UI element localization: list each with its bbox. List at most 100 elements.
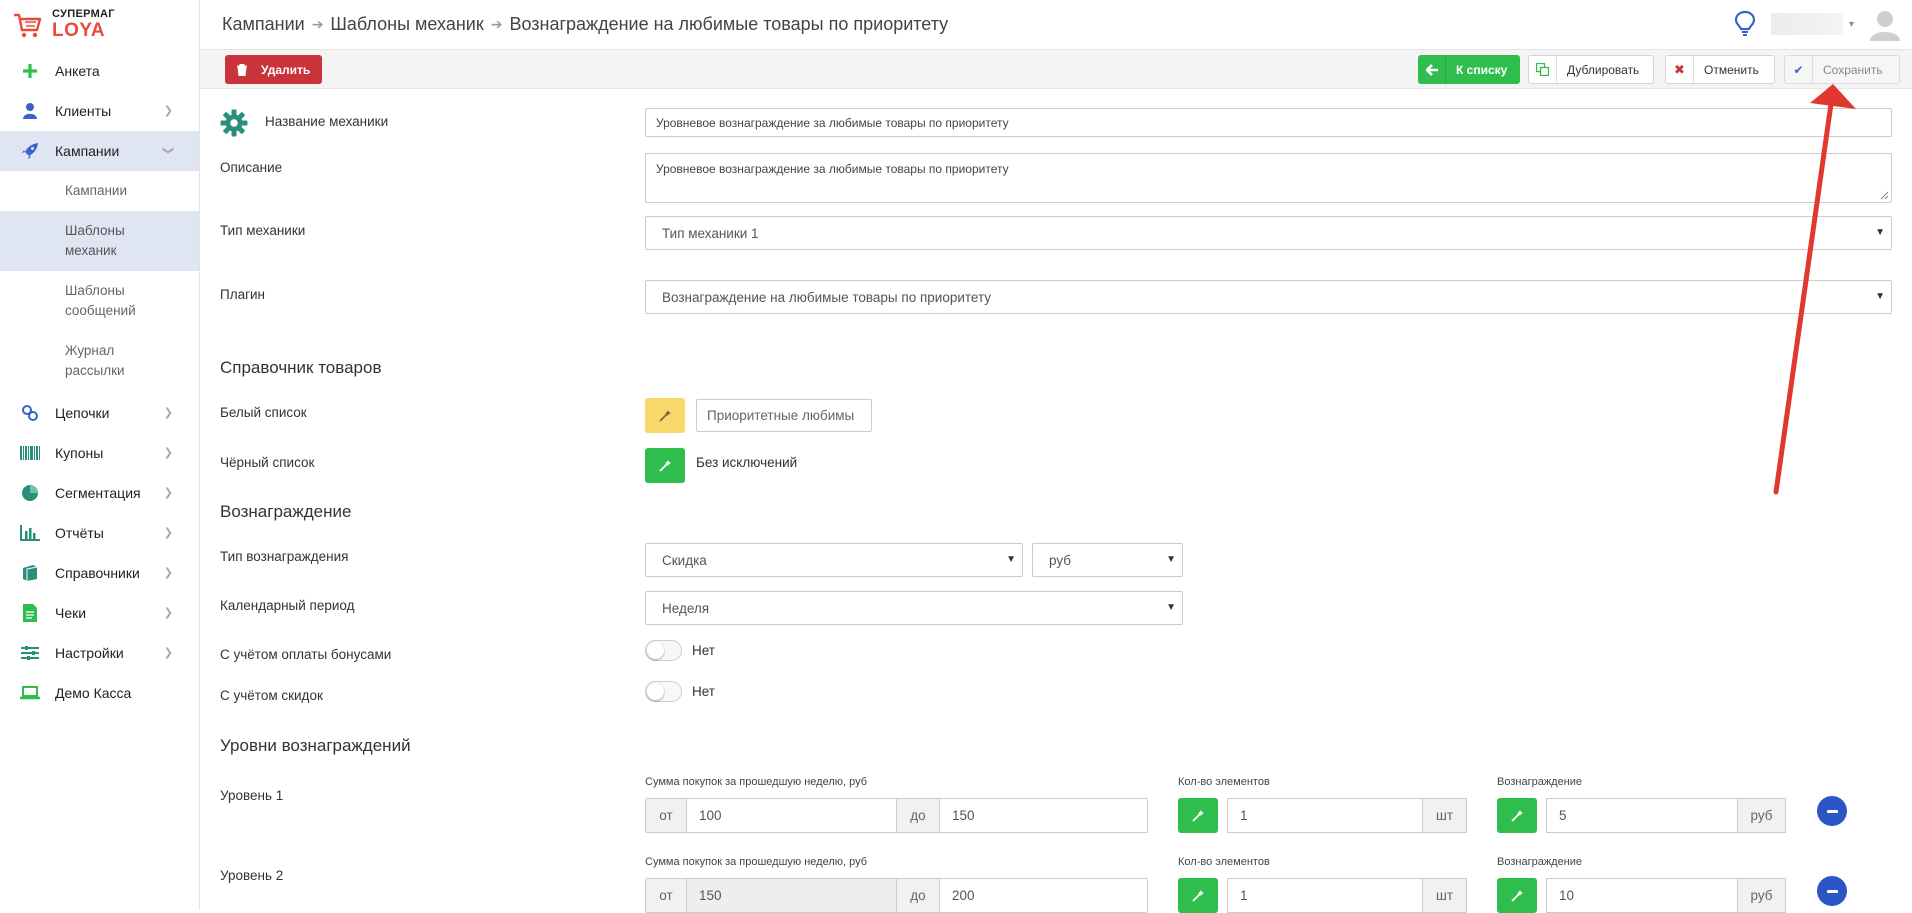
check-icon: ✔ <box>1785 56 1813 83</box>
period-select[interactable]: Неделя ▼ <box>645 591 1183 625</box>
blacklist-edit-button[interactable] <box>645 448 685 483</box>
mechanic-form: Название механики Уровневое вознагражден… <box>200 90 1912 910</box>
chevron-right-icon: ❯ <box>164 486 173 499</box>
plugin-value: Вознаграждение на любимые товары по прио… <box>662 290 991 305</box>
sidebar-item-segmentation[interactable]: Сегментация ❯ <box>0 473 199 513</box>
sidebar-item-label: Клиенты <box>55 103 111 119</box>
to-addon: до <box>896 878 940 913</box>
sidebar-item-directories[interactable]: Справочники ❯ <box>0 553 199 593</box>
count-input[interactable]: 1 <box>1227 878 1423 913</box>
resize-handle-icon[interactable] <box>1879 190 1889 200</box>
level-name: Уровень 2 <box>220 868 283 883</box>
plugin-label: Плагин <box>220 287 265 302</box>
subnav-item-mechanic-templates[interactable]: Шаблоны механик <box>0 211 199 271</box>
book-icon <box>20 563 40 583</box>
sidebar-item-receipts[interactable]: Чеки ❯ <box>0 593 199 633</box>
subnav-item-campaigns[interactable]: Кампании <box>0 171 199 211</box>
goods-section-title: Справочник товаров <box>220 358 382 378</box>
magic-wand-icon <box>1510 889 1524 903</box>
plugin-select[interactable]: Вознаграждение на любимые товары по прио… <box>645 280 1892 314</box>
logo-top-text: СУПЕРМАГ <box>52 9 115 20</box>
arrow-left-icon <box>1418 55 1446 84</box>
reward-edit-button[interactable] <box>1497 878 1537 913</box>
sidebar-item-anketa[interactable]: Анкета <box>0 51 199 91</box>
reward-input[interactable]: 5 <box>1546 798 1738 833</box>
caret-down-icon[interactable]: ▾ <box>1849 19 1854 30</box>
logo[interactable]: СУПЕРМАГ LOYA <box>0 0 199 49</box>
bonus-payment-toggle[interactable] <box>645 640 682 661</box>
remove-level-button[interactable] <box>1817 876 1847 906</box>
sum-from-input[interactable]: 100 <box>686 798 897 833</box>
breadcrumb-item-templates[interactable]: Шаблоны механик <box>330 14 483 35</box>
levels-section-title: Уровни вознаграждений <box>220 736 411 756</box>
reward-label: Вознаграждение <box>1497 856 1582 868</box>
whitelist-edit-button[interactable] <box>645 398 685 433</box>
period-label: Календарный период <box>220 598 355 613</box>
magic-wand-icon <box>1191 889 1205 903</box>
count-edit-button[interactable] <box>1178 798 1218 833</box>
cancel-button[interactable]: ✖ Отменить <box>1665 55 1775 84</box>
bonus-payment-value: Нет <box>692 643 715 658</box>
count-input[interactable]: 1 <box>1227 798 1423 833</box>
delete-button[interactable]: Удалить <box>225 55 322 84</box>
caret-down-icon: ▼ <box>1166 554 1176 565</box>
discount-toggle[interactable] <box>645 681 682 702</box>
magic-wand-icon <box>1510 809 1524 823</box>
sum-to-input[interactable]: 150 <box>939 798 1148 833</box>
sidebar-item-demo-cash[interactable]: Демо Касса <box>0 673 199 713</box>
reward-input[interactable]: 10 <box>1546 878 1738 913</box>
sidebar-nav: Анкета Клиенты ❯ Кампании ❯ <box>0 51 199 171</box>
sidebar-item-label: Чеки <box>55 605 86 621</box>
sidebar-item-label: Анкета <box>55 63 100 79</box>
remove-level-button[interactable] <box>1817 796 1847 826</box>
save-button[interactable]: ✔ Сохранить <box>1784 55 1900 84</box>
subnav-item-mailing-log[interactable]: Журнал рассылки <box>0 331 199 391</box>
from-addon: от <box>645 878 687 913</box>
chevron-right-icon: ❯ <box>164 646 173 659</box>
chevron-right-icon: ❯ <box>164 606 173 619</box>
duplicate-label: Дублировать <box>1557 63 1651 77</box>
copy-icon <box>1529 56 1557 83</box>
to-list-button[interactable]: К списку <box>1418 55 1520 84</box>
sidebar-item-coupons[interactable]: Купоны ❯ <box>0 433 199 473</box>
delete-button-label: Удалить <box>261 63 310 77</box>
reward-unit-addon: руб <box>1737 878 1786 913</box>
username-redacted[interactable] <box>1771 13 1843 35</box>
reward-type-label: Тип вознаграждения <box>220 549 348 564</box>
sidebar-item-chains[interactable]: Цепочки ❯ <box>0 393 199 433</box>
breadcrumb-item-campaigns[interactable]: Кампании <box>222 14 305 35</box>
lightbulb-icon[interactable] <box>1733 10 1757 38</box>
laptop-icon <box>20 683 40 703</box>
avatar[interactable] <box>1868 7 1902 41</box>
user-area: ▾ <box>1733 7 1902 41</box>
blacklist-value: Без исключений <box>696 455 797 470</box>
sidebar-item-label: Цепочки <box>55 405 109 421</box>
subnav-item-label: Журнал рассылки <box>65 341 145 381</box>
sidebar-item-clients[interactable]: Клиенты ❯ <box>0 91 199 131</box>
count-edit-button[interactable] <box>1178 878 1218 913</box>
breadcrumb-arrow-icon: ➔ <box>491 16 503 33</box>
duplicate-button[interactable]: Дублировать <box>1528 55 1654 84</box>
level-name: Уровень 1 <box>220 788 283 803</box>
sidebar-item-settings[interactable]: Настройки ❯ <box>0 633 199 673</box>
from-addon: от <box>645 798 687 833</box>
rocket-icon <box>20 141 40 161</box>
sidebar-item-campaigns[interactable]: Кампании ❯ <box>0 131 199 171</box>
reward-type-select[interactable]: Скидка ▼ <box>645 543 1023 577</box>
sidebar-item-label: Купоны <box>55 445 103 461</box>
bar-chart-icon <box>20 523 40 543</box>
description-textarea[interactable]: Уровневое вознаграждение за любимые това… <box>645 153 1892 203</box>
mechanic-type-select[interactable]: Тип механики 1 ▼ <box>645 216 1892 250</box>
currency-select[interactable]: руб ▼ <box>1032 543 1183 577</box>
sum-to-input[interactable]: 200 <box>939 878 1148 913</box>
whitelist-input[interactable]: Приоритетные любимы <box>696 399 872 432</box>
reward-edit-button[interactable] <box>1497 798 1537 833</box>
cancel-label: Отменить <box>1694 63 1771 77</box>
to-list-label: К списку <box>1446 63 1519 77</box>
name-input[interactable]: Уровневое вознаграждение за любимые това… <box>645 108 1892 137</box>
receipt-icon <box>20 603 40 623</box>
sidebar-item-reports[interactable]: Отчёты ❯ <box>0 513 199 553</box>
mechanic-type-value: Тип механики 1 <box>662 226 759 241</box>
subnav-item-message-templates[interactable]: Шаблоны сообщений <box>0 271 199 331</box>
save-label: Сохранить <box>1813 63 1895 77</box>
